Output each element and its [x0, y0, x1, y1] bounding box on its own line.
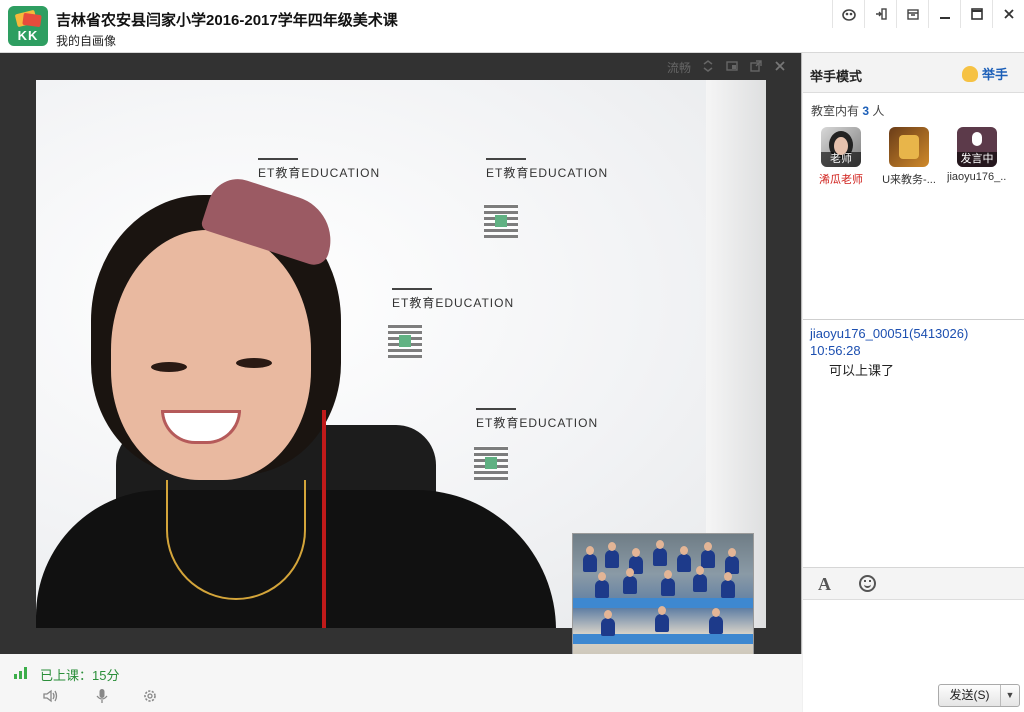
- chat-time: 10:56:28: [810, 343, 861, 358]
- side-panel: 举手模式 举手 教室内有 3 人 老师 浠瓜老师 U来教务-... 发言中 ji…: [803, 53, 1024, 712]
- raise-hand-button[interactable]: 举手: [961, 64, 1008, 83]
- avatar: [889, 127, 929, 167]
- video-toolbar: 流畅: [667, 59, 787, 76]
- member-admin[interactable]: U来教务-...: [879, 127, 939, 187]
- microphone-icon[interactable]: [91, 688, 113, 708]
- qr-code: [388, 324, 422, 358]
- qr-code: [484, 204, 518, 238]
- qr-code: [474, 446, 508, 480]
- window-controls: [832, 0, 1024, 28]
- avatar: 发言中: [957, 127, 997, 167]
- video-panel: 流畅 ET教育EDUCATION ET教育EDUCATION ET教育EDUCA…: [0, 53, 802, 669]
- maximize-icon[interactable]: [960, 0, 992, 28]
- status-bar: [0, 654, 802, 712]
- send-button[interactable]: 发送(S) ▼: [938, 684, 1020, 707]
- member-name: 浠瓜老师: [819, 174, 863, 186]
- swap-icon[interactable]: [701, 59, 715, 76]
- member-list: 老师 浠瓜老师 U来教务-... 发言中 jiaoyu176_...: [803, 127, 1024, 187]
- divider: [803, 319, 1024, 320]
- chat-message: 可以上课了: [829, 363, 895, 378]
- send-label: 发送(S): [939, 685, 1001, 706]
- popout-icon[interactable]: [749, 59, 763, 76]
- close-icon[interactable]: [992, 0, 1024, 28]
- backdrop-banner: ET教育EDUCATION: [486, 158, 608, 181]
- backdrop-banner: ET教育EDUCATION: [258, 158, 380, 181]
- lesson-subtitle: 我的自画像: [56, 34, 117, 48]
- member-name: U来教务-...: [882, 174, 936, 186]
- title-bar: KK 吉林省农安县闫家小学2016-2017学年四年级美术课 我的自画像: [0, 0, 1024, 53]
- signal-icon: [14, 667, 32, 679]
- skin-icon[interactable]: [832, 0, 864, 28]
- hand-icon: [961, 65, 978, 82]
- raise-mode-title: 举手模式: [810, 69, 863, 84]
- member-teacher[interactable]: 老师 浠瓜老师: [811, 127, 871, 187]
- member-name: jiaoyu176_...: [947, 171, 1007, 183]
- raise-hand-label: 举手: [981, 67, 1008, 82]
- detach-icon[interactable]: [864, 0, 896, 28]
- role-badge: 老师: [821, 152, 861, 167]
- backdrop-banner: ET教育EDUCATION: [392, 288, 514, 311]
- room-count: 教室内有 3 人: [811, 104, 885, 118]
- send-options-chevron-icon[interactable]: ▼: [1001, 685, 1019, 706]
- minimize-icon[interactable]: [928, 0, 960, 28]
- emoji-icon[interactable]: [859, 575, 876, 592]
- member-speaking[interactable]: 发言中 jiaoyu176_...: [947, 127, 1007, 187]
- class-timer: 已上课：15分: [40, 668, 120, 683]
- raise-hand-header: 举手模式 举手: [803, 53, 1024, 93]
- mic-icon: [972, 132, 982, 146]
- layout-icon[interactable]: [725, 59, 739, 76]
- font-icon[interactable]: A: [818, 574, 831, 595]
- room-count-value: 3: [862, 104, 870, 118]
- classroom-video[interactable]: [572, 533, 754, 669]
- app-logo-text: KK: [17, 28, 39, 43]
- window-title: 吉林省农安县闫家小学2016-2017学年四年级美术课: [56, 12, 398, 29]
- speaking-badge: 发言中: [957, 152, 997, 167]
- backdrop-banner: ET教育EDUCATION: [476, 408, 598, 431]
- avatar: 老师: [821, 127, 861, 167]
- box-icon[interactable]: [896, 0, 928, 28]
- earphone-cable: [322, 410, 326, 628]
- app-logo: KK: [8, 6, 48, 46]
- video-close-icon[interactable]: [773, 59, 787, 76]
- quality-selector[interactable]: 流畅: [667, 59, 691, 76]
- chat-sender: jiaoyu176_00051(5413026) 10:56:28: [810, 326, 969, 358]
- input-toolbar: A: [803, 568, 1024, 600]
- settings-gear-icon[interactable]: [139, 688, 161, 708]
- speaker-icon[interactable]: [40, 688, 62, 708]
